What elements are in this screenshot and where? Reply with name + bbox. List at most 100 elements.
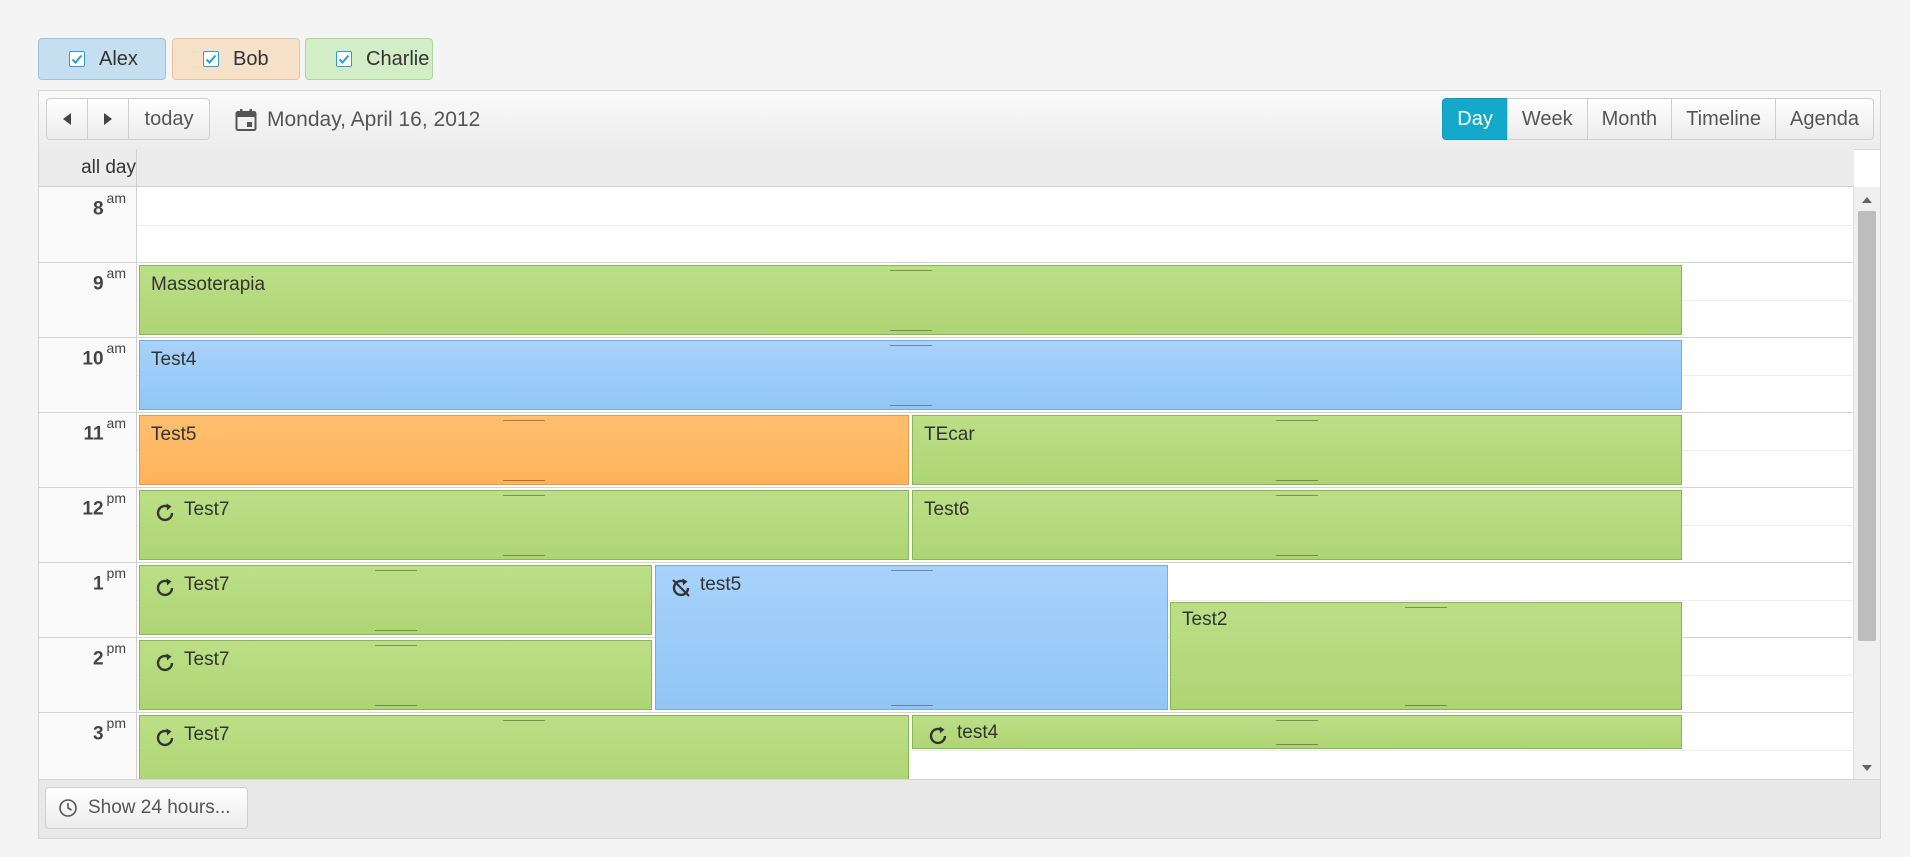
all-day-label: all day xyxy=(39,149,137,186)
arrow-left-icon xyxy=(63,113,71,125)
event-test4-recurring[interactable]: test4 xyxy=(912,715,1682,749)
resize-handle[interactable] xyxy=(1276,495,1318,496)
view-agenda-button[interactable]: Agenda xyxy=(1775,98,1874,140)
resize-handle[interactable] xyxy=(1276,744,1318,745)
view-switcher: Day Week Month Timeline Agenda xyxy=(1442,98,1874,140)
show-24-hours-button[interactable]: Show 24 hours... xyxy=(45,787,248,829)
view-week-button[interactable]: Week xyxy=(1506,98,1588,140)
scroll-up-arrow-icon[interactable] xyxy=(1862,197,1872,203)
resize-handle[interactable] xyxy=(889,345,932,346)
event-title: Test6 xyxy=(924,499,970,520)
resize-handle[interactable] xyxy=(374,630,417,631)
hour-line xyxy=(39,712,1854,713)
resize-handle[interactable] xyxy=(374,570,417,571)
resource-label: Charlie xyxy=(366,47,430,70)
resize-handle[interactable] xyxy=(503,555,545,556)
resource-chip-bob[interactable]: Bob xyxy=(172,38,300,80)
checkbox-checked-icon[interactable] xyxy=(203,51,219,67)
view-timeline-button[interactable]: Timeline xyxy=(1671,98,1777,140)
resize-handle[interactable] xyxy=(1276,420,1318,421)
event-test7[interactable]: Test7 xyxy=(139,565,652,635)
resize-handle[interactable] xyxy=(1405,607,1447,608)
scheduler: today Monday, April 16, 2012 Day Week Mo… xyxy=(38,90,1881,839)
event-title: test5 xyxy=(700,574,742,595)
half-hour-line xyxy=(137,225,1854,226)
resize-handle[interactable] xyxy=(503,495,545,496)
event-title: Test7 xyxy=(184,724,230,745)
event-test7[interactable]: Test7 xyxy=(139,715,909,781)
hour-label: 1pm xyxy=(92,565,126,595)
hour-label: 2pm xyxy=(92,640,126,670)
navigation-group: today xyxy=(46,98,210,140)
resize-handle[interactable] xyxy=(889,270,932,271)
event-title: test4 xyxy=(957,722,999,743)
view-month-button[interactable]: Month xyxy=(1586,98,1673,140)
hour-line xyxy=(39,412,1854,413)
event-tecar[interactable]: TEcar xyxy=(912,415,1682,485)
event-title: Massoterapia xyxy=(151,274,266,295)
calendar-icon xyxy=(235,109,257,131)
arrow-right-icon xyxy=(104,113,112,125)
hour-label: 9am xyxy=(92,265,126,295)
event-test5-exception[interactable]: test5 xyxy=(655,565,1168,710)
event-test4[interactable]: Test4 xyxy=(139,340,1682,410)
recurrence-icon xyxy=(156,653,174,672)
event-title: Test7 xyxy=(184,499,230,520)
next-button[interactable] xyxy=(87,98,129,140)
resource-chip-alex[interactable]: Alex xyxy=(38,38,166,80)
resource-label: Alex xyxy=(99,47,138,70)
resize-handle[interactable] xyxy=(890,570,933,571)
resize-handle[interactable] xyxy=(889,405,932,406)
resource-chip-charlie[interactable]: Charlie xyxy=(305,38,433,80)
resize-handle[interactable] xyxy=(1276,480,1318,481)
hour-line xyxy=(39,262,1854,263)
scrollbar-thumb[interactable] xyxy=(1858,211,1876,641)
event-test2[interactable]: Test2 xyxy=(1170,602,1682,710)
today-button[interactable]: today xyxy=(128,98,210,140)
time-grid[interactable]: 8am 9am 10am 11am 12pm 1pm 2pm 3pm Masso… xyxy=(39,187,1854,781)
hour-label: 10am xyxy=(82,340,126,370)
event-title: Test7 xyxy=(184,649,230,670)
current-date-picker[interactable]: Monday, April 16, 2012 xyxy=(235,105,480,135)
clock-icon xyxy=(59,799,77,817)
scheduler-footer: Show 24 hours... xyxy=(39,779,1880,838)
current-date-label: Monday, April 16, 2012 xyxy=(267,108,481,131)
recurrence-icon xyxy=(929,726,947,745)
resize-handle[interactable] xyxy=(1276,555,1318,556)
event-test7[interactable]: Test7 xyxy=(139,640,652,710)
recurrence-icon xyxy=(156,503,174,522)
event-massoterapia[interactable]: Massoterapia xyxy=(139,265,1682,335)
resize-handle[interactable] xyxy=(1405,705,1447,706)
event-test6[interactable]: Test6 xyxy=(912,490,1682,560)
event-title: Test4 xyxy=(151,349,197,370)
resize-handle[interactable] xyxy=(503,480,545,481)
event-test7[interactable]: Test7 xyxy=(139,490,909,560)
resize-handle[interactable] xyxy=(890,705,933,706)
recurrence-exception-icon xyxy=(672,578,690,597)
event-title: Test2 xyxy=(1182,609,1228,630)
resize-handle[interactable] xyxy=(374,705,417,706)
hour-label: 3pm xyxy=(92,715,126,745)
event-title: Test7 xyxy=(184,574,230,595)
hour-line xyxy=(39,562,1854,563)
scheduler-toolbar: today Monday, April 16, 2012 Day Week Mo… xyxy=(39,91,1880,150)
resize-handle[interactable] xyxy=(503,720,545,721)
hour-label: 11am xyxy=(83,415,126,445)
checkbox-checked-icon[interactable] xyxy=(336,51,352,67)
resize-handle[interactable] xyxy=(374,645,417,646)
all-day-row[interactable]: all day xyxy=(39,149,1854,187)
resize-handle[interactable] xyxy=(503,420,545,421)
view-day-button[interactable]: Day xyxy=(1442,98,1508,140)
previous-button[interactable] xyxy=(46,98,88,140)
resource-label: Bob xyxy=(233,47,269,70)
resize-handle[interactable] xyxy=(889,330,932,331)
resize-handle[interactable] xyxy=(1276,720,1318,721)
vertical-scrollbar[interactable] xyxy=(1853,187,1880,781)
hour-line xyxy=(39,337,1854,338)
checkbox-checked-icon[interactable] xyxy=(69,51,85,67)
hour-label: 12pm xyxy=(82,490,126,520)
event-title: Test5 xyxy=(151,424,197,445)
recurrence-icon xyxy=(156,578,174,597)
event-test5[interactable]: Test5 xyxy=(139,415,909,485)
scroll-down-arrow-icon[interactable] xyxy=(1862,765,1872,771)
